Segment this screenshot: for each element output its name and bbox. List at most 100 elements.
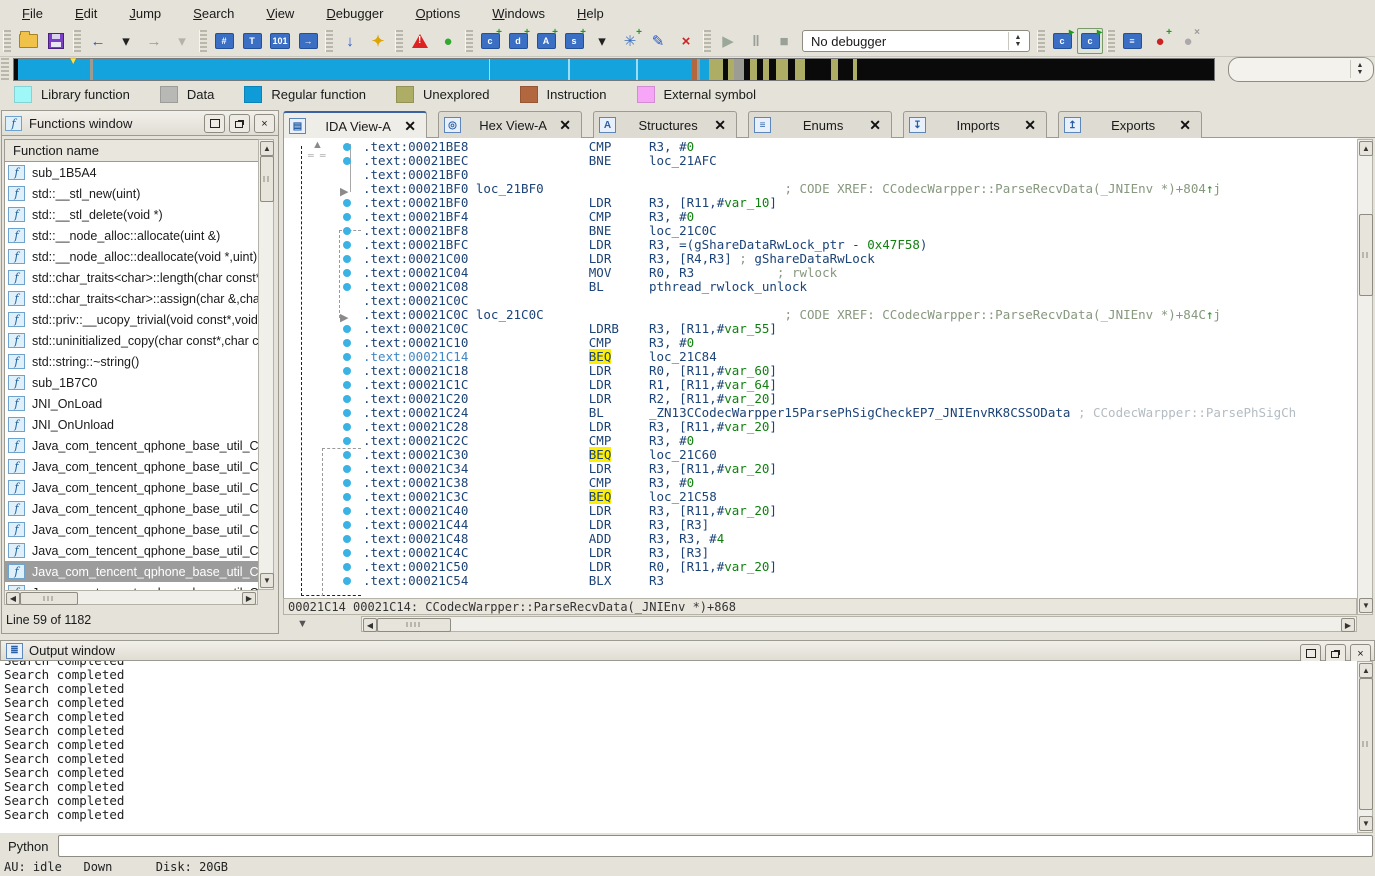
- disassembly-line[interactable]: .text:00021C04 MOV R0, R3 ; rwlock: [284, 266, 1358, 280]
- back-dropdown[interactable]: ▾: [113, 28, 139, 54]
- forward-dropdown[interactable]: ▾: [169, 28, 195, 54]
- string-dropdown[interactable]: ▾: [589, 28, 615, 54]
- menu-item-file[interactable]: File: [10, 3, 55, 24]
- search-text-button[interactable]: T: [239, 28, 265, 54]
- disassembly-line[interactable]: .text:00021C2C CMP R3, #0: [284, 434, 1358, 448]
- function-name-column-header[interactable]: Function name: [4, 139, 274, 162]
- function-list-item[interactable]: fJava_com_tencent_qphone_base_util_Code: [5, 519, 259, 540]
- disassembly-vertical-scrollbar[interactable]: ▲ ▼: [1357, 139, 1373, 615]
- function-list-item[interactable]: fJava_com_tencent_qphone_base_util_Code: [5, 540, 259, 561]
- function-list-item[interactable]: fstd::__node_alloc::deallocate(void *,ui…: [5, 246, 259, 267]
- disassembly-line[interactable]: .text:00021C4C LDR R3, [R3]: [284, 546, 1358, 560]
- tab-structures[interactable]: AStructures✕: [593, 111, 737, 138]
- restore-icon[interactable]: [229, 114, 250, 133]
- breakpoint-list-button[interactable]: ≡: [1119, 28, 1145, 54]
- disassembly-line[interactable]: .text:00021C44 LDR R3, [R3]: [284, 518, 1358, 532]
- function-list-item[interactable]: fstd::__node_alloc::allocate(uint &): [5, 225, 259, 246]
- close-icon[interactable]: ×: [254, 114, 275, 133]
- function-list-item[interactable]: fJava_com_tencent_qphone_base_util_Code: [5, 498, 259, 519]
- function-list-item[interactable]: fJava_com_tencent_qphone_base_util_Code: [5, 561, 259, 582]
- python-console-input[interactable]: [58, 835, 1373, 857]
- step-source-button[interactable]: c▸: [1049, 28, 1075, 54]
- disassembly-line[interactable]: .text:00021C10 CMP R3, #0: [284, 336, 1358, 350]
- navigation-band[interactable]: [13, 58, 1215, 81]
- disassembly-line[interactable]: .text:00021C30 BEQ loc_21C60: [284, 448, 1358, 462]
- disassembly-line[interactable]: .text:00021C34 LDR R3, [R11,#var_20]: [284, 462, 1358, 476]
- delete-breakpoint-button[interactable]: ●×: [1175, 28, 1201, 54]
- make-data-button[interactable]: d+: [505, 28, 531, 54]
- disassembly-line[interactable]: .text:00021C08 BL pthread_rwlock_unlock: [284, 280, 1358, 294]
- back-button[interactable]: ←: [85, 28, 111, 54]
- search-value-button[interactable]: #: [211, 28, 237, 54]
- menu-item-help[interactable]: Help: [565, 3, 616, 24]
- disassembly-line[interactable]: .text:00021C50 LDR R0, [R11,#var_20]: [284, 560, 1358, 574]
- function-list-item[interactable]: fJNI_OnLoad: [5, 393, 259, 414]
- disassembly-line[interactable]: .text:00021BEC BNE loc_21AFC: [284, 154, 1358, 168]
- disassembly-line[interactable]: .text:00021C28 LDR R3, [R11,#var_20]: [284, 420, 1358, 434]
- jump-button[interactable]: ↓: [337, 28, 363, 54]
- disassembly-line[interactable]: .text:00021BF0 loc_21BF0 ; CODE XREF: CC…: [284, 182, 1358, 196]
- function-list-item[interactable]: fstd::string::~string(): [5, 351, 259, 372]
- disassembly-line[interactable]: .text:00021C40 LDR R3, [R11,#var_20]: [284, 504, 1358, 518]
- make-string-button[interactable]: s+: [561, 28, 587, 54]
- disassembly-line[interactable]: .text:00021C38 CMP R3, #0: [284, 476, 1358, 490]
- disassembly-line[interactable]: .text:00021C00 LDR R3, [R4,R3] ; gShareD…: [284, 252, 1358, 266]
- function-list-item[interactable]: fstd::uninitialized_copy(char const*,cha…: [5, 330, 259, 351]
- tab-close-icon[interactable]: ✕: [869, 117, 881, 134]
- make-code-button[interactable]: c+: [477, 28, 503, 54]
- tab-close-icon[interactable]: ✕: [714, 117, 726, 134]
- disassembly-line[interactable]: .text:00021BE8 CMP R3, #0: [284, 140, 1358, 154]
- tab-close-icon[interactable]: ✕: [1024, 117, 1036, 134]
- tab-close-icon[interactable]: ✕: [559, 117, 571, 134]
- tab-ida-view-a[interactable]: ▤IDA View-A✕: [283, 111, 427, 139]
- disassembly-line[interactable]: .text:00021C0C: [284, 294, 1358, 308]
- gutter-down-arrow-icon[interactable]: ▼: [297, 618, 308, 630]
- spinner-arrows[interactable]: ▲▼: [1008, 32, 1027, 50]
- disassembly-line[interactable]: .text:00021C54 BLX R3: [284, 574, 1358, 588]
- search-next-button[interactable]: →: [295, 28, 321, 54]
- make-array-button[interactable]: ✳+: [617, 28, 643, 54]
- function-list-item[interactable]: fstd::priv::__ucopy_trivial(void const*,…: [5, 309, 259, 330]
- disassembly-line[interactable]: .text:00021C3C BEQ loc_21C58: [284, 490, 1358, 504]
- problems-button[interactable]: [407, 28, 433, 54]
- menu-item-debugger[interactable]: Debugger: [314, 3, 395, 24]
- function-list-item[interactable]: fsub_1B7C0: [5, 372, 259, 393]
- navband-scale-spinner[interactable]: ▲▼: [1228, 57, 1374, 82]
- add-breakpoint-button[interactable]: ●+: [1147, 28, 1173, 54]
- start-process-button[interactable]: ▶: [715, 28, 741, 54]
- pause-process-button[interactable]: ‖: [743, 28, 769, 54]
- open-file-button[interactable]: [15, 28, 41, 54]
- function-list-item[interactable]: fJava_com_tencent_qphone_base_util_Code: [5, 582, 259, 590]
- disassembly-line[interactable]: .text:00021BFC LDR R3, =(gShareDataRwLoc…: [284, 238, 1358, 252]
- output-log[interactable]: Search completedSearch completedSearch c…: [0, 661, 1357, 833]
- function-list-item[interactable]: fstd::__stl_new(uint): [5, 183, 259, 204]
- function-list-item[interactable]: fsub_1B5A4: [5, 162, 259, 183]
- menu-item-jump[interactable]: Jump: [117, 3, 173, 24]
- function-list-item[interactable]: fstd::char_traits<char>::length(char con…: [5, 267, 259, 288]
- function-list-item[interactable]: fstd::char_traits<char>::assign(char &,c…: [5, 288, 259, 309]
- function-list-item[interactable]: fJava_com_tencent_qphone_base_util_Code: [5, 477, 259, 498]
- run-source-button[interactable]: c▸: [1077, 28, 1103, 54]
- disassembly-line[interactable]: .text:00021BF0 LDR R3, [R11,#var_10]: [284, 196, 1358, 210]
- disassembly-line[interactable]: .text:00021BF0: [284, 168, 1358, 182]
- tab-hex-view-a[interactable]: ◎Hex View-A✕: [438, 111, 582, 138]
- function-list-item[interactable]: fJNI_OnUnload: [5, 414, 259, 435]
- stop-process-button[interactable]: ■: [771, 28, 797, 54]
- debugger-select[interactable]: No debugger▲▼: [802, 30, 1030, 52]
- disassembly-line[interactable]: .text:00021C48 ADD R3, R3, #4: [284, 532, 1358, 546]
- functions-vertical-scrollbar[interactable]: ▲ ▼: [258, 139, 274, 590]
- tab-close-icon[interactable]: ✕: [404, 118, 416, 135]
- disassembly-line[interactable]: .text:00021C0C LDRB R3, [R11,#var_55]: [284, 322, 1358, 336]
- tab-exports[interactable]: ↥Exports✕: [1058, 111, 1202, 138]
- maximize-icon[interactable]: [204, 114, 225, 133]
- menu-item-search[interactable]: Search: [181, 3, 246, 24]
- disassembly-line[interactable]: .text:00021C0C loc_21C0C ; CODE XREF: CC…: [284, 308, 1358, 322]
- search-binary-button[interactable]: 101: [267, 28, 293, 54]
- menu-item-edit[interactable]: Edit: [63, 3, 109, 24]
- functions-horizontal-scrollbar[interactable]: ◀ ▶: [4, 590, 258, 605]
- disassembly-line[interactable]: .text:00021BF8 BNE loc_21C0C: [284, 224, 1358, 238]
- function-list-item[interactable]: fJava_com_tencent_qphone_base_util_Code: [5, 456, 259, 477]
- function-list-item[interactable]: fJava_com_tencent_qphone_base_util_Code: [5, 435, 259, 456]
- menu-item-view[interactable]: View: [254, 3, 306, 24]
- analysis-indicator-button[interactable]: ●: [435, 28, 461, 54]
